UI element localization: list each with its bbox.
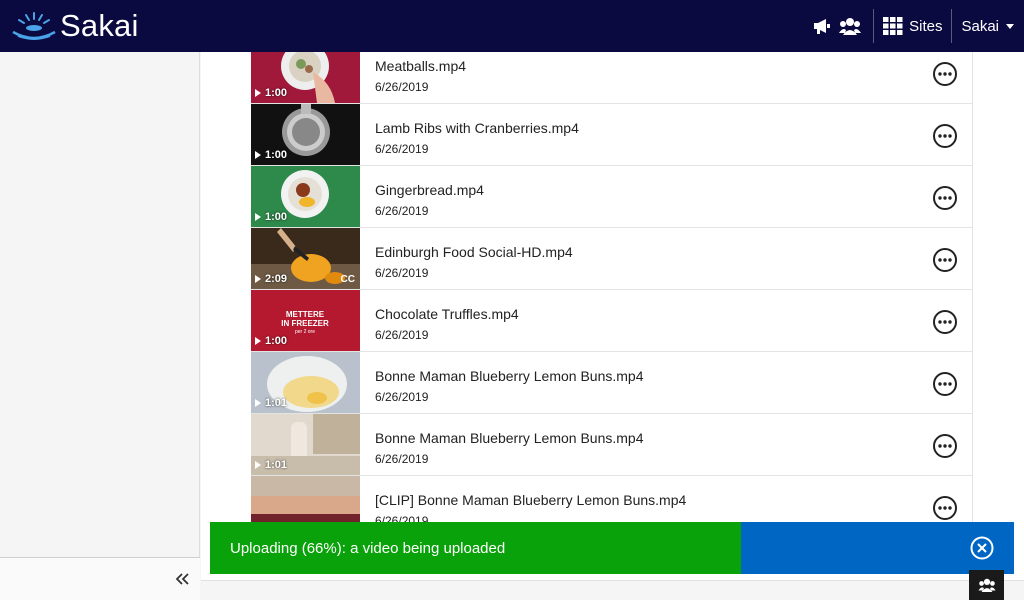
video-duration: 2:09: [255, 273, 287, 285]
media-date: 6/26/2019: [375, 204, 429, 218]
more-options-icon[interactable]: [932, 123, 958, 149]
more-options-icon[interactable]: [932, 185, 958, 211]
media-title[interactable]: Meatballs.mp4: [375, 58, 466, 74]
video-duration: 1:01: [255, 459, 287, 471]
video-duration: 1:00: [255, 211, 287, 223]
chevron-down-icon: [1006, 23, 1014, 29]
video-thumbnail[interactable]: METTERE IN FREEZER per 2 ore 1:00: [251, 290, 360, 351]
video-thumbnail[interactable]: 1:01: [251, 352, 360, 413]
header-divider: [873, 9, 875, 43]
play-icon: [255, 399, 261, 407]
play-icon: [255, 461, 261, 469]
video-duration: 1:00: [255, 335, 287, 347]
media-title[interactable]: Edinburgh Food Social-HD.mp4: [375, 244, 573, 260]
sites-label: Sites: [909, 17, 943, 35]
thumbnail-caption-line: METTERE: [286, 310, 325, 319]
video-thumbnail[interactable]: 1:00: [251, 166, 360, 227]
grid-icon: [883, 17, 903, 35]
media-date: 6/26/2019: [375, 142, 429, 156]
page-footer: [201, 580, 1024, 600]
logo-text: Sakai: [60, 8, 139, 43]
users-icon: [977, 578, 996, 592]
media-title[interactable]: Bonne Maman Blueberry Lemon Buns.mp4: [375, 368, 643, 384]
media-date: 6/26/2019: [375, 80, 429, 94]
video-thumbnail[interactable]: 2:09 CC: [251, 228, 360, 289]
sakai-logo-icon: [12, 12, 56, 40]
close-icon[interactable]: [970, 536, 994, 560]
upload-progress-remaining: [741, 522, 1014, 574]
media-title[interactable]: Chocolate Truffles.mp4: [375, 306, 519, 322]
more-options-icon[interactable]: [932, 61, 958, 87]
media-date: 6/26/2019: [375, 390, 429, 404]
media-date: 6/26/2019: [375, 266, 429, 280]
media-list-item[interactable]: 1:01 Bonne Maman Blueberry Lemon Buns.mp…: [251, 414, 973, 476]
roster-button[interactable]: [969, 570, 1004, 600]
media-gallery: 1:00 Meatballs.mp4 6/26/2019 1:00 Lamb R…: [201, 52, 1024, 600]
sakai-logo[interactable]: Sakai: [0, 0, 139, 52]
notifications-button[interactable]: [808, 0, 836, 52]
users-icon: [839, 18, 862, 35]
media-list-item[interactable]: 1:00 Lamb Ribs with Cranberries.mp4 6/26…: [251, 104, 973, 166]
video-thumbnail[interactable]: 1:00: [251, 104, 360, 165]
top-navigation-bar: Sakai Sites Sakai: [0, 0, 1024, 52]
upload-status-text: Uploading (66%): a video being uploaded: [230, 539, 506, 557]
user-menu-button[interactable]: Sakai: [961, 18, 1024, 35]
play-icon: [255, 337, 261, 345]
double-chevron-left-icon[interactable]: [174, 571, 190, 587]
video-duration: 1:00: [255, 149, 287, 161]
upload-progress-banner: Uploading (66%): a video being uploaded: [210, 522, 1014, 574]
more-options-icon[interactable]: [932, 247, 958, 273]
play-icon: [255, 275, 261, 283]
media-list-item[interactable]: 1:00 Gingerbread.mp4 6/26/2019: [251, 166, 973, 228]
media-list-item[interactable]: 2:09 CC Edinburgh Food Social-HD.mp4 6/2…: [251, 228, 973, 290]
more-options-icon[interactable]: [932, 309, 958, 335]
closed-captions-badge: CC: [340, 274, 355, 285]
more-options-icon[interactable]: [932, 495, 958, 521]
tool-sidebar: [0, 52, 200, 600]
play-icon: [255, 151, 261, 159]
media-title[interactable]: Bonne Maman Blueberry Lemon Buns.mp4: [375, 430, 643, 446]
play-icon: [255, 213, 261, 221]
video-thumbnail[interactable]: 1:01: [251, 414, 360, 475]
media-title[interactable]: Lamb Ribs with Cranberries.mp4: [375, 120, 579, 136]
upload-progress-fill: Uploading (66%): a video being uploaded: [210, 522, 741, 574]
sidebar-collapse-bar: [0, 557, 200, 600]
media-title[interactable]: [CLIP] Bonne Maman Blueberry Lemon Buns.…: [375, 492, 686, 508]
thumbnail-caption-line: IN FREEZER: [281, 319, 329, 328]
media-list-item[interactable]: 1:01 Bonne Maman Blueberry Lemon Buns.mp…: [251, 352, 973, 414]
play-icon: [255, 89, 261, 97]
connections-button[interactable]: [836, 0, 864, 52]
thumbnail-caption-line: per 2 ore: [295, 329, 315, 335]
megaphone-icon: [814, 19, 831, 34]
media-list-item[interactable]: METTERE IN FREEZER per 2 ore 1:00 Chocol…: [251, 290, 973, 352]
video-duration: 1:01: [255, 397, 287, 409]
header-divider: [951, 9, 953, 43]
more-options-icon[interactable]: [932, 433, 958, 459]
media-date: 6/26/2019: [375, 452, 429, 466]
video-duration: 1:00: [255, 87, 287, 99]
media-title[interactable]: Gingerbread.mp4: [375, 182, 484, 198]
media-list-item[interactable]: 1:00 Meatballs.mp4 6/26/2019: [251, 52, 973, 104]
more-options-icon[interactable]: [932, 371, 958, 397]
media-date: 6/26/2019: [375, 328, 429, 342]
sites-button[interactable]: Sites: [883, 17, 942, 35]
media-list: 1:00 Meatballs.mp4 6/26/2019 1:00 Lamb R…: [251, 52, 973, 538]
user-label: Sakai: [961, 17, 999, 35]
video-thumbnail[interactable]: 1:00: [251, 52, 360, 103]
